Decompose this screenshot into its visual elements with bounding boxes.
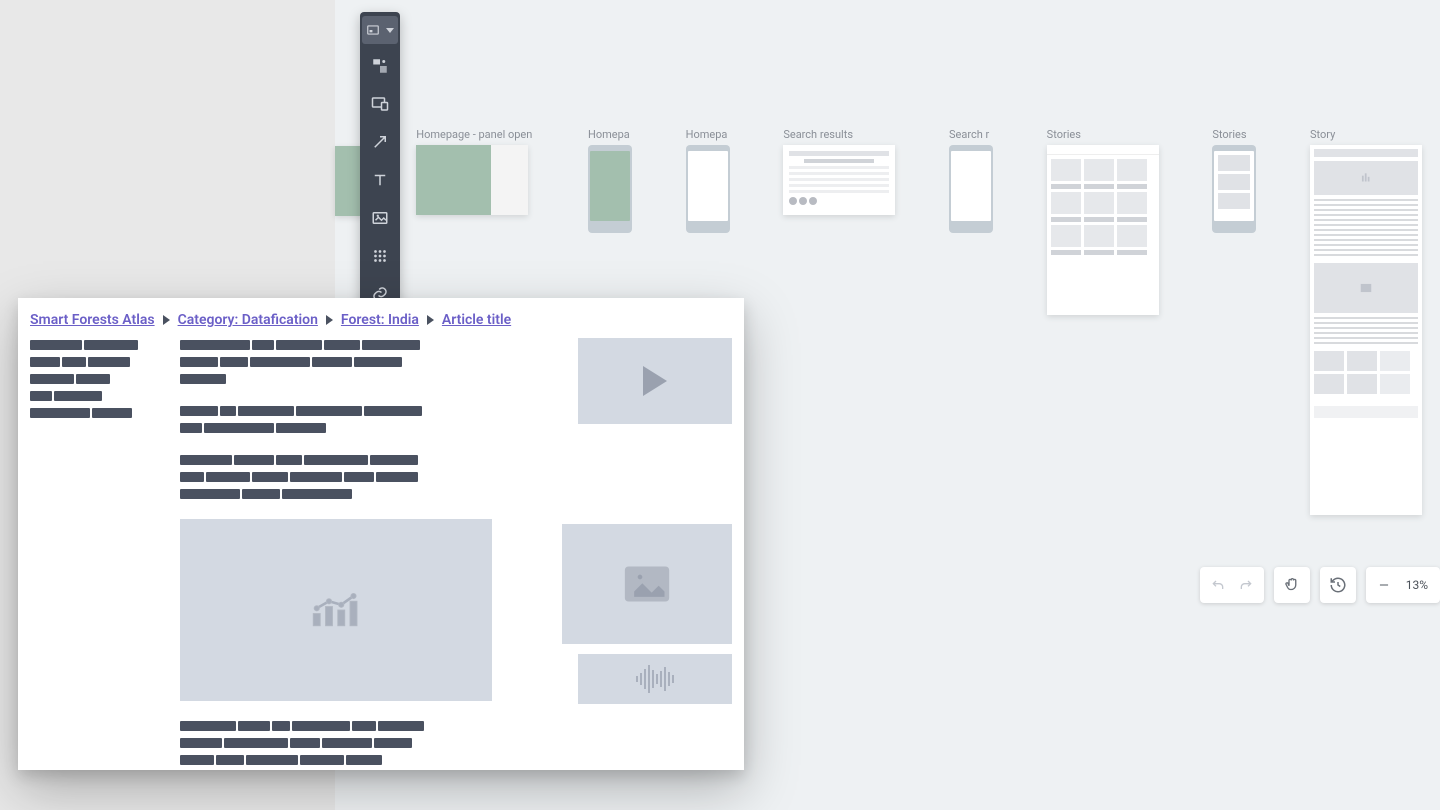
minus-icon xyxy=(1377,578,1391,592)
frame-label: Story xyxy=(1310,128,1335,141)
frame-thumbnail[interactable] xyxy=(1212,145,1256,233)
hand-tool-group xyxy=(1274,567,1310,603)
undo-redo-group xyxy=(1200,567,1264,603)
frame-icon xyxy=(366,23,380,37)
crumb-root[interactable]: Smart Forests Atlas xyxy=(30,312,155,328)
chart-placeholder xyxy=(180,519,492,701)
shapes-tool-button[interactable] xyxy=(364,50,396,82)
frame-thumbnail[interactable] xyxy=(783,145,895,215)
frame-homepage-mobile-2[interactable]: Homepa xyxy=(686,128,730,233)
chevron-down-icon xyxy=(386,28,394,33)
tools-toolbar xyxy=(360,12,400,317)
grid-icon xyxy=(371,247,389,265)
canvas-controls: 13% xyxy=(1200,567,1440,603)
frame-tool-button[interactable] xyxy=(362,16,398,44)
frame-thumbnail[interactable] xyxy=(1047,145,1159,315)
device-icon xyxy=(371,95,389,113)
text-icon xyxy=(371,171,389,189)
image-placeholder xyxy=(562,524,732,644)
history-button[interactable] xyxy=(1324,571,1352,599)
frame-thumbnail[interactable] xyxy=(588,145,632,233)
frame-homepage-mobile-1[interactable]: Homepa xyxy=(588,128,632,233)
chevron-right-icon xyxy=(326,315,333,325)
frame-label: Homepa xyxy=(686,128,728,141)
video-placeholder xyxy=(578,338,732,424)
preview-overlay: Smart Forests Atlas Category: Dataficati… xyxy=(18,298,744,770)
frame-label: Stories xyxy=(1212,128,1246,141)
crumb-category[interactable]: Category: Datafication xyxy=(178,312,318,328)
frame-thumbnail[interactable] xyxy=(1310,145,1422,515)
frame-stories[interactable]: Stories xyxy=(1047,128,1159,315)
frame-thumbnail[interactable] xyxy=(949,145,993,233)
shapes-icon xyxy=(371,57,389,75)
breadcrumb: Smart Forests Atlas Category: Dataficati… xyxy=(18,298,744,338)
frame-thumbnail[interactable] xyxy=(686,145,730,233)
frame-search-mobile[interactable]: Search r xyxy=(949,128,993,233)
frame-homepage-open[interactable]: Homepage - panel open xyxy=(416,128,532,215)
audio-wave-icon xyxy=(636,665,674,693)
undo-icon xyxy=(1210,577,1226,593)
chevron-right-icon xyxy=(427,315,434,325)
redo-button[interactable] xyxy=(1232,571,1260,599)
crumb-forest[interactable]: Forest: India xyxy=(341,312,419,328)
frame-label: Homepa xyxy=(588,128,630,141)
frame-label: Search r xyxy=(949,128,989,141)
undo-button[interactable] xyxy=(1204,571,1232,599)
grid-tool-button[interactable] xyxy=(364,240,396,272)
sidebar-col xyxy=(30,338,180,770)
zoom-out-button[interactable] xyxy=(1370,571,1398,599)
image-icon xyxy=(371,209,389,227)
zoom-group: 13% xyxy=(1366,567,1440,603)
image-icon xyxy=(619,556,675,612)
right-col xyxy=(562,338,732,770)
hand-tool-button[interactable] xyxy=(1278,571,1306,599)
audio-placeholder xyxy=(578,654,732,704)
preview-body xyxy=(18,338,744,770)
frame-stories-mobile[interactable]: Stories xyxy=(1212,128,1256,233)
history-icon xyxy=(1329,576,1347,594)
crumb-article[interactable]: Article title xyxy=(442,312,511,328)
play-icon xyxy=(643,366,667,396)
arrow-icon xyxy=(371,133,389,151)
main-col xyxy=(180,338,562,770)
text-tool-button[interactable] xyxy=(364,164,396,196)
zoom-level: 13% xyxy=(1398,578,1436,592)
chart-icon xyxy=(308,582,364,638)
arrow-tool-button[interactable] xyxy=(364,126,396,158)
frame-search-results[interactable]: Search results xyxy=(783,128,895,215)
frame-thumbnail[interactable] xyxy=(416,145,528,215)
frame-label: Search results xyxy=(783,128,853,141)
redo-icon xyxy=(1238,577,1254,593)
frame-label: Stories xyxy=(1047,128,1081,141)
history-group xyxy=(1320,567,1356,603)
frame-label: Homepage - panel open xyxy=(416,128,532,141)
frame-story[interactable]: Story xyxy=(1310,128,1422,515)
chevron-right-icon xyxy=(163,315,170,325)
hand-icon xyxy=(1283,576,1301,594)
image-tool-button[interactable] xyxy=(364,202,396,234)
device-tool-button[interactable] xyxy=(364,88,396,120)
